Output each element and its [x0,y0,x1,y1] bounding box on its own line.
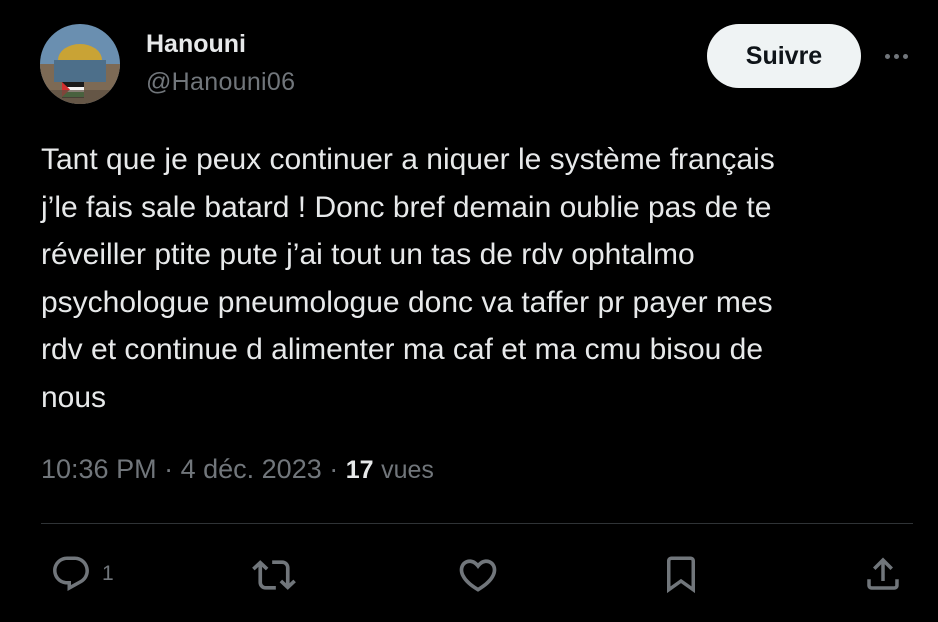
more-options-icon[interactable] [876,44,916,68]
reply-count: 1 [102,562,114,585]
user-handle[interactable]: @Hanouni06 [146,68,295,97]
avatar[interactable] [40,24,120,104]
retweet-button[interactable] [252,553,296,597]
share-icon [867,557,899,590]
more-dot [884,53,890,59]
meta-separator: · [329,454,339,484]
display-name[interactable]: Hanouni [146,30,246,59]
follow-button[interactable]: Suivre [707,24,861,88]
like-button[interactable] [456,553,500,597]
heart-icon [459,559,497,592]
divider [41,523,913,524]
reply-button[interactable]: 1 [50,553,114,595]
share-button[interactable] [862,553,904,595]
tweet-time[interactable]: 10:36 PM [41,454,157,484]
bookmark-button[interactable] [660,553,702,595]
views-count: 17 [345,456,374,484]
avatar-image [40,24,120,104]
bookmark-icon [667,556,695,594]
retweet-icon [252,560,296,590]
tweet-date[interactable]: 4 déc. 2023 [181,454,322,484]
more-dot [902,53,908,59]
meta-separator: · [164,454,174,484]
tweet-metadata: 10:36 PM · 4 déc. 2023 · 17 vues [41,454,434,485]
reply-icon [53,556,89,591]
tweet-text: Tant que je peux continuer a niquer le s… [41,143,775,414]
views-label: vues [381,456,434,484]
more-dot [893,53,899,59]
